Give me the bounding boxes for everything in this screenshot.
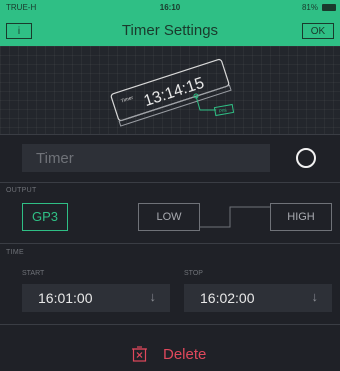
output-section-label: OUTPUT [6,187,37,194]
battery-icon [322,4,336,11]
battery-percent: 81% [301,3,318,12]
low-value-button[interactable]: LOW [138,203,200,231]
device-time-text: 13:14:15 [142,75,207,110]
delete-label: Delete [163,346,207,363]
stop-label: STOP [184,270,203,277]
color-toggle-icon[interactable] [296,148,316,168]
status-bar: TRUE-H 16:10 81% [0,0,340,16]
square-wave-icon [200,206,270,228]
nav-bar: i Timer Settings OK [0,16,340,46]
high-value-button[interactable]: HIGH [270,203,332,231]
trash-icon [132,346,147,362]
start-time-value: 16:01:00 [38,290,93,306]
timer-device-icon: Timer 13:14:15 PIN [110,58,235,127]
divider [0,134,340,135]
start-time-field[interactable]: 16:01:00 ↓ [22,284,170,312]
chevron-down-icon: ↓ [311,289,319,304]
status-time: 16:10 [159,3,181,12]
timer-name-field[interactable]: Timer [22,144,270,172]
divider [0,243,340,244]
ok-button[interactable]: OK [302,23,334,39]
start-label: START [22,270,45,277]
stop-time-value: 16:02:00 [200,290,255,306]
divider [0,182,340,183]
delete-button[interactable]: Delete [0,340,340,371]
time-section-label: TIME [6,249,24,256]
device-small-label: Timer [120,95,134,105]
stop-time-field[interactable]: 16:02:00 ↓ [184,284,332,312]
page-title: Timer Settings [121,22,219,39]
timer-name-placeholder: Timer [36,150,74,167]
divider [0,324,340,325]
timer-illustration: Timer 13:14:15 PIN [0,46,340,134]
pin-select-button[interactable]: GP3 [22,203,68,231]
chevron-down-icon: ↓ [149,289,157,304]
pin-tag-text: PIN [219,108,227,114]
